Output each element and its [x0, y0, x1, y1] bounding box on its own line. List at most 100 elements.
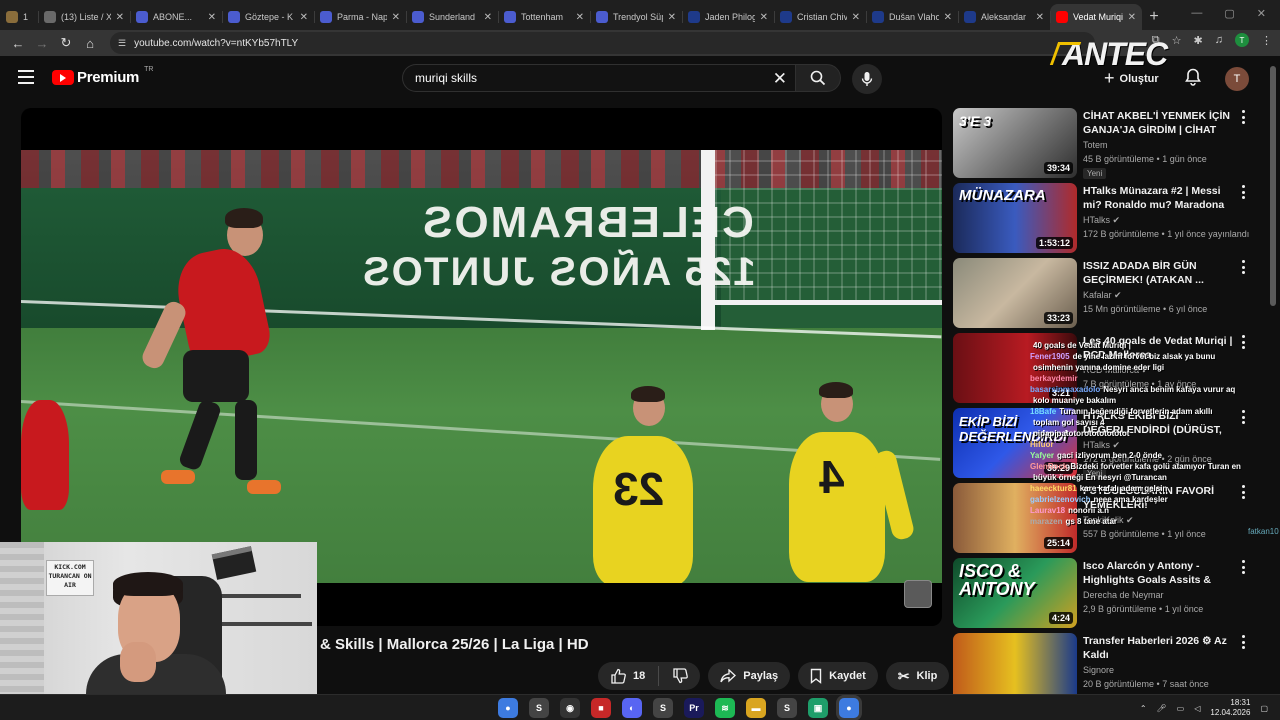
- more-options-icon[interactable]: [1239, 560, 1247, 574]
- media-icon[interactable]: ♫: [1215, 34, 1223, 46]
- tab-close-icon[interactable]: ✕: [668, 12, 676, 23]
- tab-close-icon[interactable]: ✕: [944, 12, 952, 23]
- save-button[interactable]: Kaydet: [798, 662, 878, 690]
- taskbar-app-icon[interactable]: ●: [839, 698, 859, 718]
- browser-tab[interactable]: Parma - Nap ✕: [314, 4, 406, 30]
- recommended-video[interactable]: MÜNAZARA 1:53:12 HTalks Münazara #2 | Mess…: [953, 183, 1263, 253]
- video-thumbnail[interactable]: [953, 633, 1077, 700]
- like-icon[interactable]: [610, 668, 626, 684]
- share-button[interactable]: Paylaş: [708, 662, 791, 690]
- tab-close-icon[interactable]: ✕: [1036, 12, 1044, 23]
- close-window-icon[interactable]: ✕: [1257, 7, 1266, 20]
- taskbar-app-icon[interactable]: ◐: [622, 698, 642, 718]
- tab-close-icon[interactable]: ✕: [852, 12, 860, 23]
- channel-name[interactable]: Derecha de Neymar: [1083, 590, 1164, 600]
- notifications-button[interactable]: [1185, 68, 1201, 91]
- taskbar-app-icon[interactable]: ≋: [715, 698, 735, 718]
- search-button[interactable]: [795, 64, 841, 92]
- dislike-icon[interactable]: [672, 668, 689, 684]
- taskbar-app-icon[interactable]: S: [777, 698, 797, 718]
- taskbar-app-icon[interactable]: ●: [498, 698, 518, 718]
- profile-icon[interactable]: T: [1235, 33, 1249, 47]
- page-scrollbar[interactable]: [1270, 66, 1276, 306]
- browser-tab[interactable]: ABONE... ✕: [130, 4, 222, 30]
- new-tab-button[interactable]: +: [1142, 4, 1166, 30]
- browser-tab[interactable]: Sunderland ✕: [406, 4, 498, 30]
- clip-button[interactable]: ✂ Klip: [885, 662, 950, 690]
- more-options-icon[interactable]: [1239, 635, 1247, 649]
- video-title[interactable]: HTalks Münazara #2 | Messi mi? Ronaldo m…: [1083, 184, 1233, 212]
- browser-tab[interactable]: Trendyol Süp ✕: [590, 4, 682, 30]
- recommended-video[interactable]: Transfer Haberleri 2026 ⚙ Az Kaldı Signor…: [953, 633, 1263, 700]
- tab-close-icon[interactable]: ✕: [1128, 12, 1136, 23]
- more-options-icon[interactable]: [1239, 110, 1247, 124]
- network-icon[interactable]: ▭: [1177, 704, 1185, 713]
- menu-hamburger-icon[interactable]: [18, 70, 34, 84]
- recommended-video[interactable]: 33:23 ISSIZ ADADA BİR GÜN GEÇİRMEK! (ATAK…: [953, 258, 1263, 328]
- video-thumbnail[interactable]: ISCO & ANTONY 4:24: [953, 558, 1077, 628]
- browser-tab[interactable]: Jaden Philog ✕: [682, 4, 774, 30]
- taskbar-app-icon[interactable]: ■: [591, 698, 611, 718]
- channel-name[interactable]: Kafalar ✔: [1083, 290, 1122, 301]
- taskbar-app-icon[interactable]: Pr: [684, 698, 704, 718]
- recommended-video[interactable]: ISCO & ANTONY 4:24 Isco Alarcón y Antony -…: [953, 558, 1263, 628]
- browser-tab[interactable]: Tottenham ✕: [498, 4, 590, 30]
- more-options-icon[interactable]: [1239, 185, 1247, 199]
- tray-chevron-icon[interactable]: ⌃: [1140, 704, 1147, 713]
- channel-name[interactable]: Signore: [1083, 665, 1114, 675]
- avatar[interactable]: T: [1225, 67, 1249, 91]
- tab-close-icon[interactable]: ✕: [484, 12, 492, 23]
- ad-text-line-2: 125 AÑOS JUNTOS: [361, 250, 756, 294]
- notifications-tray-icon[interactable]: ▢: [1260, 704, 1268, 713]
- video-thumbnail[interactable]: 33:23: [953, 258, 1077, 328]
- forward-button[interactable]: →: [30, 32, 54, 54]
- clear-search-icon[interactable]: ✕: [773, 69, 787, 89]
- maximize-icon[interactable]: ▢: [1224, 7, 1234, 20]
- browser-tab[interactable]: 1: [0, 4, 38, 30]
- taskbar-app-icon[interactable]: ▬: [746, 698, 766, 718]
- video-thumbnail[interactable]: 3'E 3 39:34: [953, 108, 1077, 178]
- browser-tab[interactable]: Göztepe - K ✕: [222, 4, 314, 30]
- youtube-logo[interactable]: Premium TR: [52, 66, 153, 86]
- site-info-icon[interactable]: ☰: [118, 38, 126, 49]
- clock[interactable]: 18:31 12.04.2026: [1210, 698, 1250, 718]
- browser-tab[interactable]: (13) Liste / X ✕: [38, 4, 130, 30]
- tab-title: Göztepe - K: [245, 12, 294, 22]
- minimize-icon[interactable]: —: [1191, 7, 1202, 19]
- taskbar-app-icon[interactable]: ▣: [808, 698, 828, 718]
- volume-icon[interactable]: ◁: [1194, 704, 1200, 713]
- tab-close-icon[interactable]: ✕: [576, 12, 584, 23]
- tab-close-icon[interactable]: ✕: [208, 12, 216, 23]
- back-button[interactable]: ←: [6, 32, 30, 54]
- browser-tab[interactable]: Vedat Muriqi ✕: [1050, 4, 1142, 30]
- tab-close-icon[interactable]: ✕: [116, 12, 124, 23]
- video-title[interactable]: ISSIZ ADADA BİR GÜN GEÇİRMEK! (ATAKAN ..…: [1083, 259, 1233, 287]
- tab-close-icon[interactable]: ✕: [300, 12, 308, 23]
- menu-icon[interactable]: ⋮: [1261, 34, 1272, 47]
- taskbar-app-icon[interactable]: ◉: [560, 698, 580, 718]
- more-options-icon[interactable]: [1239, 260, 1247, 274]
- bookmark-star-icon[interactable]: ☆: [1172, 34, 1182, 47]
- tab-close-icon[interactable]: ✕: [760, 12, 768, 23]
- taskbar-app-icon[interactable]: S: [529, 698, 549, 718]
- microphone-tray-icon[interactable]: 🎤︎: [1157, 704, 1167, 713]
- browser-tab[interactable]: Dušan Vlaho ✕: [866, 4, 958, 30]
- home-button[interactable]: ⌂: [78, 32, 102, 54]
- channel-name[interactable]: Totem: [1083, 140, 1108, 150]
- voice-search-button[interactable]: [852, 64, 882, 94]
- extensions-icon[interactable]: ✱: [1194, 34, 1203, 47]
- recommended-video[interactable]: 3'E 3 39:34 CİHAT AKBEL'İ YENMEK İÇİN GANJ…: [953, 108, 1263, 179]
- tab-close-icon[interactable]: ✕: [392, 12, 400, 23]
- channel-watermark[interactable]: [904, 580, 932, 608]
- video-title[interactable]: Isco Alarcón y Antony - Highlights Goals…: [1083, 559, 1233, 587]
- search-input[interactable]: muriqi skills ✕: [402, 64, 795, 92]
- url-field[interactable]: ☰ youtube.com/watch?v=ntKYb57hTLY: [110, 32, 1095, 54]
- taskbar-app-icon[interactable]: S: [653, 698, 673, 718]
- channel-name[interactable]: HTalks ✔: [1083, 215, 1120, 226]
- browser-tab[interactable]: Cristian Chiv ✕: [774, 4, 866, 30]
- video-title[interactable]: Transfer Haberleri 2026 ⚙ Az Kaldı: [1083, 634, 1233, 662]
- browser-tab[interactable]: Aleksandar ✕: [958, 4, 1050, 30]
- video-title[interactable]: CİHAT AKBEL'İ YENMEK İÇİN GANJA'JA GİRDİ…: [1083, 109, 1233, 137]
- video-thumbnail[interactable]: MÜNAZARA 1:53:12: [953, 183, 1077, 253]
- reload-button[interactable]: ↻: [54, 32, 78, 54]
